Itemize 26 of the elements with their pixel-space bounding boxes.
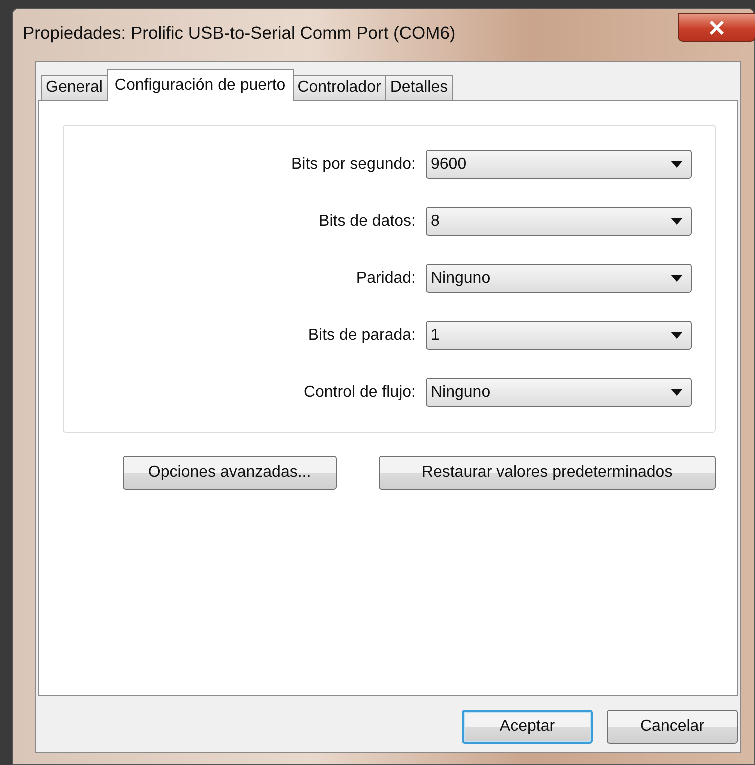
dropdown-arrow-icon xyxy=(671,161,683,168)
close-button[interactable] xyxy=(678,13,755,42)
dropdown[interactable]: Ninguno xyxy=(426,378,692,407)
window-title: Propiedades: Prolific USB-to-Serial Comm Port (COM6) xyxy=(23,23,456,44)
dropdown[interactable]: Ninguno xyxy=(426,264,692,293)
setting-label: Control de flujo: xyxy=(304,384,416,402)
dialog-button[interactable]: Cancelar xyxy=(607,710,738,744)
setting-label: Bits por segundo: xyxy=(291,156,416,174)
dropdown-arrow-icon xyxy=(671,332,683,339)
dialog-button[interactable]: Aceptar xyxy=(462,710,593,744)
dropdown[interactable]: 1 xyxy=(426,321,692,350)
tab[interactable]: Controlador xyxy=(292,75,386,100)
dropdown-arrow-icon xyxy=(671,218,683,225)
dropdown-arrow-icon xyxy=(671,389,683,396)
tab[interactable]: Detalles xyxy=(385,75,454,100)
action-button[interactable]: Opciones avanzadas... xyxy=(123,456,337,490)
setting-label: Bits de parada: xyxy=(308,326,416,344)
dropdown-arrow-icon xyxy=(671,275,683,282)
tab[interactable]: Configuración de puerto xyxy=(106,69,294,101)
action-button[interactable]: Restaurar valores predeterminados xyxy=(378,456,716,490)
setting-label: Bits de datos: xyxy=(319,212,416,230)
close-icon xyxy=(709,20,725,34)
tab[interactable]: General xyxy=(41,75,108,100)
dropdown[interactable]: 9600 xyxy=(426,150,692,179)
setting-label: Paridad: xyxy=(356,270,416,288)
dropdown[interactable]: 8 xyxy=(426,207,692,236)
